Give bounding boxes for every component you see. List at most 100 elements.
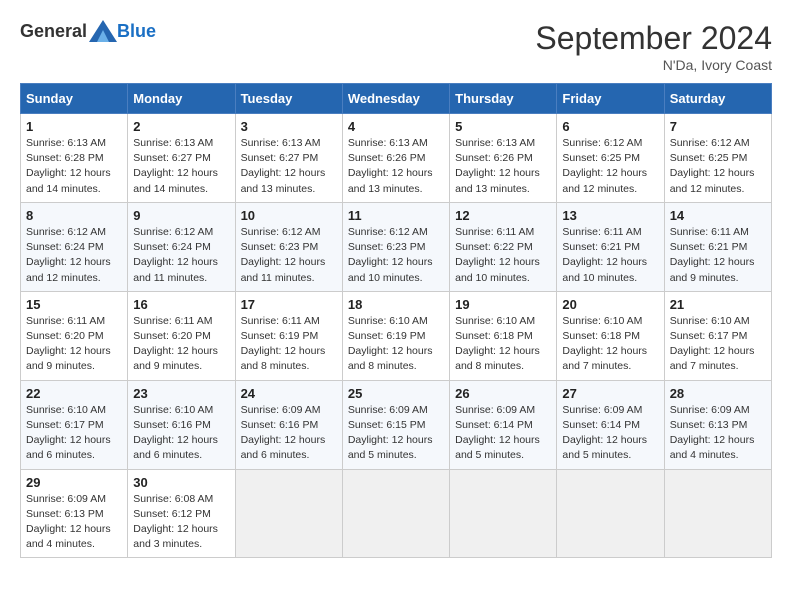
calendar-cell: 5 Sunrise: 6:13 AMSunset: 6:26 PMDayligh…	[450, 114, 557, 203]
day-detail: Sunrise: 6:10 AMSunset: 6:17 PMDaylight:…	[26, 404, 111, 462]
day-number: 4	[348, 119, 444, 134]
day-detail: Sunrise: 6:09 AMSunset: 6:16 PMDaylight:…	[241, 404, 326, 462]
day-detail: Sunrise: 6:13 AMSunset: 6:26 PMDaylight:…	[348, 137, 433, 195]
day-detail: Sunrise: 6:11 AMSunset: 6:20 PMDaylight:…	[26, 315, 111, 373]
calendar-week-2: 8 Sunrise: 6:12 AMSunset: 6:24 PMDayligh…	[21, 202, 772, 291]
title-area: September 2024 N'Da, Ivory Coast	[535, 20, 772, 73]
day-number: 25	[348, 386, 444, 401]
logo-blue: Blue	[117, 21, 156, 42]
header-thursday: Thursday	[450, 84, 557, 114]
day-detail: Sunrise: 6:11 AMSunset: 6:21 PMDaylight:…	[670, 226, 755, 284]
calendar-cell: 21 Sunrise: 6:10 AMSunset: 6:17 PMDaylig…	[664, 291, 771, 380]
header-tuesday: Tuesday	[235, 84, 342, 114]
day-detail: Sunrise: 6:11 AMSunset: 6:20 PMDaylight:…	[133, 315, 218, 373]
day-number: 30	[133, 475, 229, 490]
logo-general: General	[20, 21, 87, 42]
calendar-cell: 27 Sunrise: 6:09 AMSunset: 6:14 PMDaylig…	[557, 380, 664, 469]
day-detail: Sunrise: 6:08 AMSunset: 6:12 PMDaylight:…	[133, 493, 218, 551]
calendar-cell: 25 Sunrise: 6:09 AMSunset: 6:15 PMDaylig…	[342, 380, 449, 469]
day-number: 18	[348, 297, 444, 312]
day-detail: Sunrise: 6:12 AMSunset: 6:25 PMDaylight:…	[670, 137, 755, 195]
day-detail: Sunrise: 6:12 AMSunset: 6:24 PMDaylight:…	[26, 226, 111, 284]
day-number: 13	[562, 208, 658, 223]
day-detail: Sunrise: 6:11 AMSunset: 6:21 PMDaylight:…	[562, 226, 647, 284]
day-number: 10	[241, 208, 337, 223]
day-detail: Sunrise: 6:13 AMSunset: 6:28 PMDaylight:…	[26, 137, 111, 195]
calendar-cell: 22 Sunrise: 6:10 AMSunset: 6:17 PMDaylig…	[21, 380, 128, 469]
calendar-cell: 3 Sunrise: 6:13 AMSunset: 6:27 PMDayligh…	[235, 114, 342, 203]
day-detail: Sunrise: 6:13 AMSunset: 6:26 PMDaylight:…	[455, 137, 540, 195]
day-number: 19	[455, 297, 551, 312]
day-number: 8	[26, 208, 122, 223]
calendar-cell: 12 Sunrise: 6:11 AMSunset: 6:22 PMDaylig…	[450, 202, 557, 291]
day-detail: Sunrise: 6:09 AMSunset: 6:15 PMDaylight:…	[348, 404, 433, 462]
day-number: 9	[133, 208, 229, 223]
location: N'Da, Ivory Coast	[535, 57, 772, 73]
page-header: General Blue September 2024 N'Da, Ivory …	[20, 20, 772, 73]
day-detail: Sunrise: 6:11 AMSunset: 6:19 PMDaylight:…	[241, 315, 326, 373]
calendar-cell: 13 Sunrise: 6:11 AMSunset: 6:21 PMDaylig…	[557, 202, 664, 291]
calendar-cell: 24 Sunrise: 6:09 AMSunset: 6:16 PMDaylig…	[235, 380, 342, 469]
day-number: 26	[455, 386, 551, 401]
day-detail: Sunrise: 6:10 AMSunset: 6:18 PMDaylight:…	[455, 315, 540, 373]
day-number: 7	[670, 119, 766, 134]
calendar-cell: 15 Sunrise: 6:11 AMSunset: 6:20 PMDaylig…	[21, 291, 128, 380]
day-number: 23	[133, 386, 229, 401]
day-number: 28	[670, 386, 766, 401]
calendar-cell: 28 Sunrise: 6:09 AMSunset: 6:13 PMDaylig…	[664, 380, 771, 469]
logo-icon	[89, 20, 117, 42]
day-number: 11	[348, 208, 444, 223]
day-detail: Sunrise: 6:10 AMSunset: 6:16 PMDaylight:…	[133, 404, 218, 462]
calendar-cell: 18 Sunrise: 6:10 AMSunset: 6:19 PMDaylig…	[342, 291, 449, 380]
day-number: 22	[26, 386, 122, 401]
calendar-cell: 20 Sunrise: 6:10 AMSunset: 6:18 PMDaylig…	[557, 291, 664, 380]
header-saturday: Saturday	[664, 84, 771, 114]
calendar-cell: 8 Sunrise: 6:12 AMSunset: 6:24 PMDayligh…	[21, 202, 128, 291]
day-number: 2	[133, 119, 229, 134]
day-detail: Sunrise: 6:09 AMSunset: 6:14 PMDaylight:…	[562, 404, 647, 462]
calendar-cell: 14 Sunrise: 6:11 AMSunset: 6:21 PMDaylig…	[664, 202, 771, 291]
day-number: 21	[670, 297, 766, 312]
calendar-cell	[235, 469, 342, 558]
month-title: September 2024	[535, 20, 772, 57]
day-detail: Sunrise: 6:11 AMSunset: 6:22 PMDaylight:…	[455, 226, 540, 284]
day-detail: Sunrise: 6:09 AMSunset: 6:13 PMDaylight:…	[26, 493, 111, 551]
day-number: 6	[562, 119, 658, 134]
day-number: 5	[455, 119, 551, 134]
calendar-cell: 4 Sunrise: 6:13 AMSunset: 6:26 PMDayligh…	[342, 114, 449, 203]
calendar-cell	[557, 469, 664, 558]
calendar-table: SundayMondayTuesdayWednesdayThursdayFrid…	[20, 83, 772, 558]
day-number: 16	[133, 297, 229, 312]
calendar-week-4: 22 Sunrise: 6:10 AMSunset: 6:17 PMDaylig…	[21, 380, 772, 469]
day-number: 20	[562, 297, 658, 312]
day-number: 17	[241, 297, 337, 312]
calendar-cell: 16 Sunrise: 6:11 AMSunset: 6:20 PMDaylig…	[128, 291, 235, 380]
calendar-cell: 9 Sunrise: 6:12 AMSunset: 6:24 PMDayligh…	[128, 202, 235, 291]
day-detail: Sunrise: 6:10 AMSunset: 6:18 PMDaylight:…	[562, 315, 647, 373]
day-detail: Sunrise: 6:12 AMSunset: 6:24 PMDaylight:…	[133, 226, 218, 284]
day-number: 15	[26, 297, 122, 312]
header-wednesday: Wednesday	[342, 84, 449, 114]
calendar-cell	[450, 469, 557, 558]
header-sunday: Sunday	[21, 84, 128, 114]
calendar-week-5: 29 Sunrise: 6:09 AMSunset: 6:13 PMDaylig…	[21, 469, 772, 558]
calendar-cell: 1 Sunrise: 6:13 AMSunset: 6:28 PMDayligh…	[21, 114, 128, 203]
header-friday: Friday	[557, 84, 664, 114]
day-detail: Sunrise: 6:09 AMSunset: 6:13 PMDaylight:…	[670, 404, 755, 462]
day-detail: Sunrise: 6:13 AMSunset: 6:27 PMDaylight:…	[241, 137, 326, 195]
calendar-cell: 29 Sunrise: 6:09 AMSunset: 6:13 PMDaylig…	[21, 469, 128, 558]
calendar-week-1: 1 Sunrise: 6:13 AMSunset: 6:28 PMDayligh…	[21, 114, 772, 203]
day-detail: Sunrise: 6:12 AMSunset: 6:25 PMDaylight:…	[562, 137, 647, 195]
day-number: 24	[241, 386, 337, 401]
calendar-cell: 23 Sunrise: 6:10 AMSunset: 6:16 PMDaylig…	[128, 380, 235, 469]
calendar-cell: 30 Sunrise: 6:08 AMSunset: 6:12 PMDaylig…	[128, 469, 235, 558]
calendar-cell: 7 Sunrise: 6:12 AMSunset: 6:25 PMDayligh…	[664, 114, 771, 203]
day-number: 14	[670, 208, 766, 223]
calendar-cell	[342, 469, 449, 558]
day-number: 3	[241, 119, 337, 134]
calendar-cell: 10 Sunrise: 6:12 AMSunset: 6:23 PMDaylig…	[235, 202, 342, 291]
day-number: 12	[455, 208, 551, 223]
calendar-cell: 17 Sunrise: 6:11 AMSunset: 6:19 PMDaylig…	[235, 291, 342, 380]
day-detail: Sunrise: 6:12 AMSunset: 6:23 PMDaylight:…	[348, 226, 433, 284]
calendar-header-row: SundayMondayTuesdayWednesdayThursdayFrid…	[21, 84, 772, 114]
